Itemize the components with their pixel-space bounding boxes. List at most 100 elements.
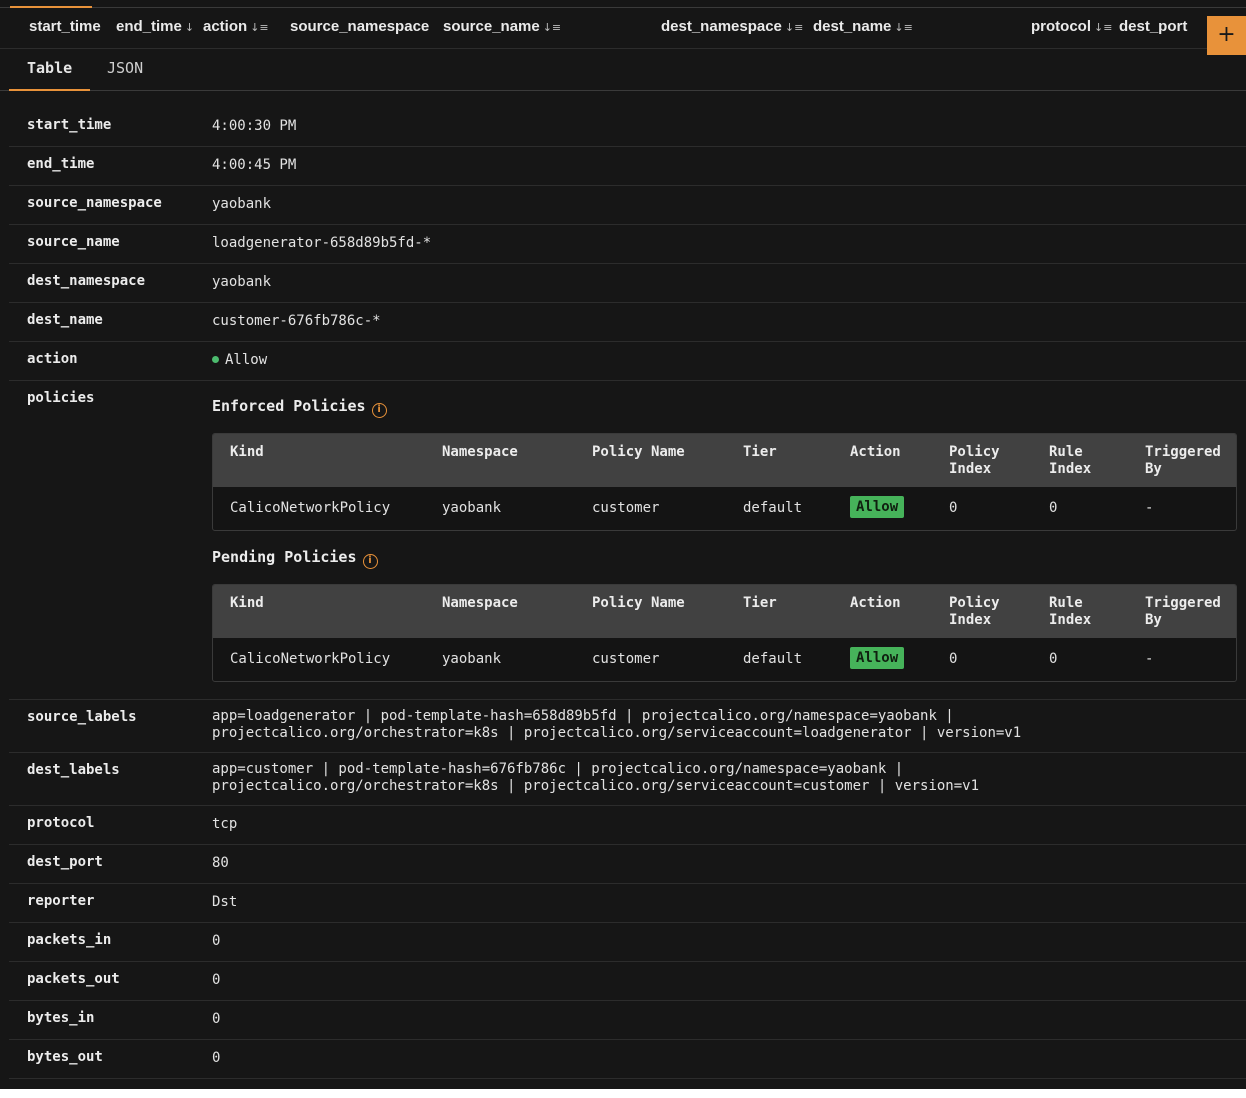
table-header: Kind Namespace Policy Name Tier Action P…: [213, 434, 1236, 487]
column-header-start-time[interactable]: start_time: [29, 18, 111, 35]
th-namespace: Namespace: [442, 444, 518, 460]
pending-policies-table: Kind Namespace Policy Name Tier Action P…: [212, 584, 1237, 682]
sort-icon[interactable]: ↓≡: [894, 21, 912, 34]
field-row-source-namespace: source_namespace yaobank: [9, 186, 1246, 225]
field-value: yaobank: [212, 274, 272, 290]
th-policy-name: Policy Name: [592, 444, 685, 460]
th-line: Triggered: [1145, 444, 1221, 460]
field-row-dest-labels: dest_labels app=customer | pod-template-…: [9, 753, 1246, 806]
field-value: 4:00:45 PM: [212, 157, 297, 173]
field-row-packets-in: packets_in 0: [9, 923, 1246, 962]
th-triggered-by: Triggered By: [1145, 595, 1221, 629]
active-tab-indicator: [9, 89, 90, 91]
th-policy-name: Policy Name: [592, 595, 685, 611]
column-header-label: dest_namespace: [661, 18, 782, 35]
column-header-end-time[interactable]: end_time ↓: [116, 18, 200, 35]
field-row-end-time: end_time 4:00:45 PM: [9, 147, 1246, 186]
field-row-dest-name: dest_name customer-676fb786c-*: [9, 303, 1246, 342]
tab-json[interactable]: JSON: [107, 59, 143, 77]
section-title-text: Enforced Policies: [212, 397, 366, 415]
th-line: Index: [949, 461, 992, 477]
action-badge: Allow: [850, 496, 905, 518]
table-header: Kind Namespace Policy Name Tier Action P…: [213, 585, 1236, 638]
field-value: app=loadgenerator | pod-template-hash=65…: [212, 708, 1021, 742]
field-key: bytes_in: [27, 1010, 95, 1026]
td-namespace: yaobank: [442, 500, 502, 516]
sort-icon[interactable]: ↓≡: [543, 21, 561, 34]
pending-policies-title: Pending Policies i: [212, 548, 378, 569]
tab-table[interactable]: Table: [27, 59, 72, 77]
sort-icon[interactable]: ↓≡: [1094, 21, 1112, 34]
field-key: bytes_out: [27, 1049, 103, 1065]
field-value: app=customer | pod-template-hash=676fb78…: [212, 761, 979, 795]
th-line: Index: [1049, 612, 1092, 628]
th-action: Action: [850, 595, 901, 611]
sort-icon[interactable]: ↓: [185, 21, 194, 34]
field-key: source_labels: [27, 709, 137, 725]
field-row-protocol: protocol tcp: [9, 806, 1246, 845]
td-tier: default: [743, 651, 803, 667]
field-row-source-labels: source_labels app=loadgenerator | pod-te…: [9, 700, 1246, 753]
column-header-source-name[interactable]: source_name ↓≡: [443, 18, 583, 35]
field-value: Dst: [212, 894, 238, 910]
info-icon[interactable]: i: [371, 403, 387, 418]
field-row-bytes-out: bytes_out 0: [9, 1040, 1246, 1079]
field-value: 0: [212, 1011, 221, 1027]
field-value: Allow: [212, 352, 267, 368]
field-key: source_name: [27, 234, 120, 250]
th-line: Rule: [1049, 444, 1083, 460]
field-row-dest-port: dest_port 80: [9, 845, 1246, 884]
th-line: Triggered: [1145, 595, 1221, 611]
field-key: packets_out: [27, 971, 120, 987]
th-kind: Kind: [230, 444, 264, 460]
column-header-protocol[interactable]: protocol ↓≡: [1031, 18, 1119, 35]
field-row-start-time: start_time 4:00:30 PM: [9, 108, 1246, 147]
info-icon[interactable]: i: [362, 554, 378, 569]
th-rule-index: Rule Index: [1049, 444, 1091, 478]
sort-icon[interactable]: ↓≡: [785, 21, 803, 34]
field-key: dest_namespace: [27, 273, 146, 289]
field-key: protocol: [27, 815, 95, 831]
field-value: yaobank: [212, 196, 272, 212]
field-row-source-name: source_name loadgenerator-658d89b5fd-*: [9, 225, 1246, 264]
field-key: dest_labels: [27, 762, 120, 778]
field-value: customer-676fb786c-*: [212, 313, 381, 329]
field-value: 0: [212, 1050, 221, 1066]
column-header-source-namespace[interactable]: source_namespace: [290, 18, 435, 35]
field-key: packets_in: [27, 932, 112, 948]
labels-line: projectcalico.org/orchestrator=k8s | pro…: [212, 778, 980, 794]
column-header-label: dest_name: [813, 18, 892, 35]
column-header-dest-namespace[interactable]: dest_namespace ↓≡: [661, 18, 811, 35]
column-header-row: start_time end_time ↓ action ↓≡ source_nam…: [0, 8, 1246, 55]
field-key: dest_name: [27, 312, 103, 328]
field-key: policies: [27, 390, 95, 406]
field-key: dest_port: [27, 854, 103, 870]
td-kind: CalicoNetworkPolicy: [230, 651, 391, 667]
sort-icon[interactable]: ↓≡: [250, 21, 268, 34]
td-tier: default: [743, 500, 803, 516]
field-value: 0: [212, 972, 221, 988]
column-header-action[interactable]: action ↓≡: [203, 18, 283, 35]
field-row-bytes-in: bytes_in 0: [9, 1001, 1246, 1040]
action-badge: Allow: [850, 647, 905, 669]
field-value: 80: [212, 855, 229, 871]
column-header-label: dest_port: [1119, 18, 1188, 35]
field-row-dest-namespace: dest_namespace yaobank: [9, 264, 1246, 303]
field-value: 4:00:30 PM: [212, 118, 297, 134]
detail-tabs: Table JSON: [0, 49, 1246, 91]
status-dot-icon: [212, 356, 219, 363]
field-key: source_namespace: [27, 195, 162, 211]
th-tier: Tier: [743, 444, 777, 460]
th-line: By: [1145, 612, 1162, 628]
th-policy-index: Policy Index: [949, 444, 1000, 478]
th-line: Policy: [949, 444, 1000, 460]
th-action: Action: [850, 444, 901, 460]
field-key: reporter: [27, 893, 95, 909]
labels-line: projectcalico.org/orchestrator=k8s | pro…: [212, 725, 1022, 741]
field-row-packets-out: packets_out 0: [9, 962, 1246, 1001]
column-header-dest-name[interactable]: dest_name ↓≡: [813, 18, 933, 35]
column-header-label: protocol: [1031, 18, 1091, 35]
field-row-action: action Allow: [9, 342, 1246, 381]
labels-line: app=loadgenerator | pod-template-hash=65…: [212, 708, 954, 724]
column-header-dest-port[interactable]: dest_port: [1119, 18, 1204, 35]
